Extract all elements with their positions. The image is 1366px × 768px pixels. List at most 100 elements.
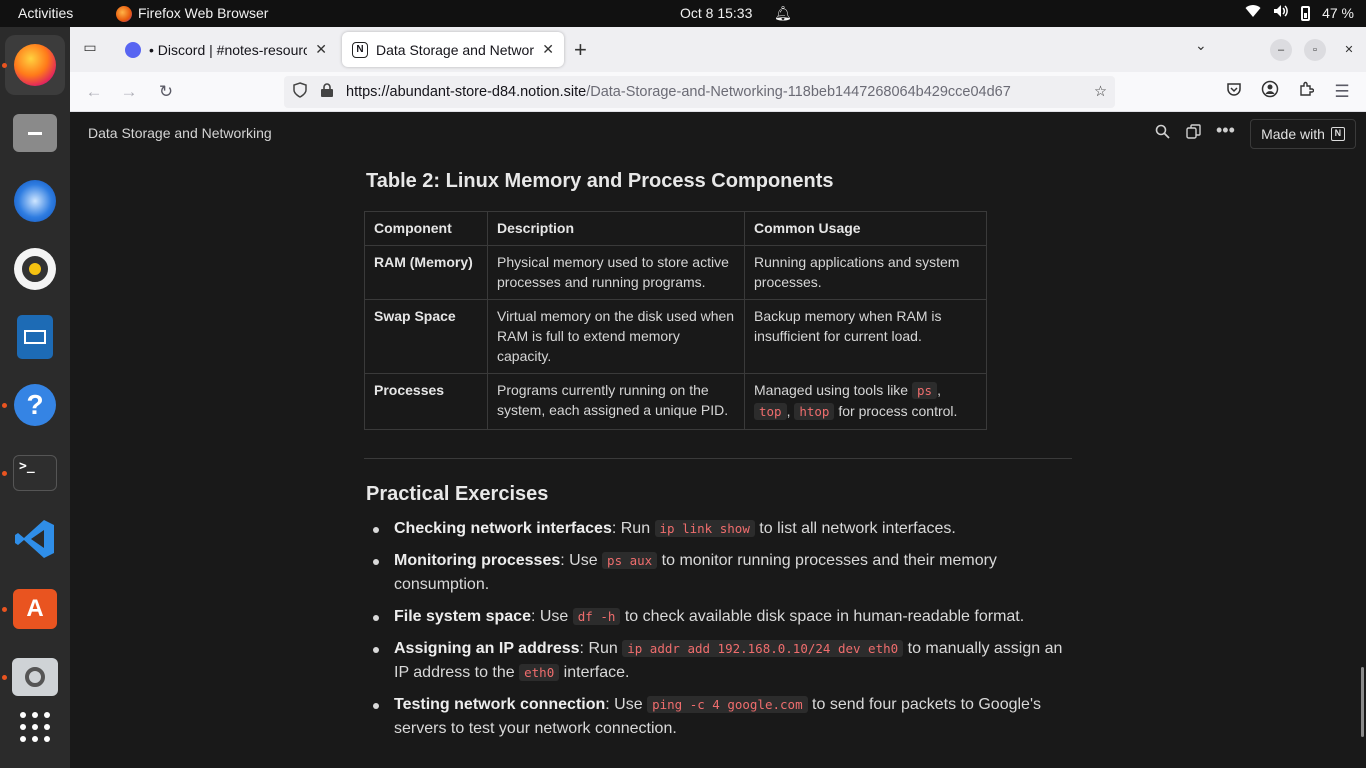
description-cell: Physical memory used to store active pro… — [487, 245, 745, 300]
dock-app-center[interactable]: A — [2, 579, 65, 639]
exercise-title: Monitoring processes — [394, 552, 561, 569]
forward-arrow-icon[interactable]: → — [117, 80, 141, 104]
list-all-tabs-chevron-icon[interactable]: ⌄ — [1195, 37, 1207, 54]
inline-code: top — [754, 403, 787, 420]
account-icon[interactable] — [1258, 80, 1282, 104]
dock: ? >_ A — [0, 27, 70, 768]
tab-discord[interactable]: • Discord | #notes-resources ✕ — [115, 32, 337, 67]
notification-bell-icon[interactable]: 🔔︎ — [774, 0, 792, 27]
dock-show-apps[interactable] — [5, 699, 65, 759]
minimize-button[interactable]: – — [1270, 39, 1292, 61]
url-bar[interactable]: https://abundant-store-d84.notion.site/D… — [284, 76, 1115, 108]
notion-topbar: Data Storage and Networking ••• Made wit… — [70, 112, 1366, 156]
search-icon[interactable] — [1155, 124, 1170, 144]
navigation-toolbar: ← → ↻ https://abundant-store-d84.notion.… — [70, 72, 1366, 112]
activities-button[interactable]: Activities — [18, 0, 73, 27]
app-name: Firefox Web Browser — [138, 5, 269, 21]
files-icon — [13, 114, 57, 152]
pocket-icon[interactable] — [1222, 80, 1246, 104]
notion-favicon-icon: N — [352, 41, 368, 58]
inline-code: ip addr add 192.168.0.10/24 dev eth0 — [622, 640, 904, 657]
firefox-window: ▭ • Discord | #notes-resources ✕ N Data … — [70, 27, 1366, 768]
maximize-button[interactable]: ▫ — [1304, 39, 1326, 61]
description-cell: Virtual memory on the disk used when RAM… — [487, 299, 745, 374]
running-indicator — [2, 403, 7, 408]
thunderbird-icon — [14, 180, 56, 222]
clock[interactable]: Oct 8 15:33 — [680, 0, 752, 27]
notion-page: Data Storage and Networking ••• Made wit… — [70, 112, 1366, 768]
system-status-area[interactable]: 47 % — [1245, 0, 1354, 27]
exercise-title: Checking network interfaces — [394, 520, 612, 537]
dock-help[interactable]: ? — [2, 375, 65, 435]
more-options-icon[interactable]: ••• — [1216, 120, 1235, 141]
dock-files[interactable] — [5, 103, 65, 163]
back-arrow-icon[interactable]: ← — [82, 80, 106, 104]
exercise-text: interface. — [559, 664, 630, 681]
firefox-icon — [116, 5, 132, 22]
running-indicator — [2, 471, 7, 476]
writer-document-icon — [17, 315, 53, 359]
extensions-puzzle-icon[interactable] — [1294, 80, 1318, 104]
description-cell: Programs currently running on the system… — [487, 373, 745, 430]
app-menu[interactable]: Firefox Web Browser — [116, 0, 268, 27]
list-item: Checking network interfaces: Run ip link… — [364, 517, 1074, 541]
exercise-title: Testing network connection — [394, 696, 606, 713]
tab-strip: ▭ • Discord | #notes-resources ✕ N Data … — [70, 27, 1366, 72]
dock-rhythmbox[interactable] — [5, 239, 65, 299]
tab-title: Data Storage and Networking — [376, 41, 534, 58]
battery-icon — [1301, 6, 1311, 21]
lock-icon[interactable] — [320, 82, 336, 102]
close-tab-icon[interactable]: ✕ — [315, 41, 327, 58]
column-header: Common Usage — [744, 211, 987, 246]
inline-code: ip link show — [654, 520, 755, 537]
made-with-label: Made with — [1261, 126, 1325, 142]
bookmark-star-icon[interactable]: ☆ — [1094, 84, 1107, 100]
wifi-icon — [1245, 0, 1261, 27]
url-path: /Data-Storage-and-Networking-118beb14472… — [586, 84, 1011, 100]
list-item: Assigning an IP address: Run ip addr add… — [364, 637, 1074, 685]
new-tab-button[interactable]: + — [574, 37, 587, 63]
exercise-text: : Use — [560, 552, 603, 569]
system-top-bar: Activities Firefox Web Browser Oct 8 15:… — [0, 0, 1366, 27]
battery-percent: 47 % — [1322, 5, 1354, 21]
exercise-title: File system space — [394, 608, 531, 625]
table-row: RAM (Memory) Physical memory used to sto… — [364, 245, 987, 300]
discord-favicon-icon — [125, 41, 141, 58]
memory-components-table: Component Description Common Usage RAM (… — [364, 211, 987, 430]
dock-thunderbird[interactable] — [5, 171, 65, 231]
scrollbar-thumb[interactable] — [1361, 667, 1364, 737]
usage-cell: Running applications and system processe… — [744, 245, 987, 300]
table-header-row: Component Description Common Usage — [364, 211, 987, 246]
usage-cell: Managed using tools like ps, top, htop f… — [744, 373, 987, 430]
list-item: Monitoring processes: Use ps aux to moni… — [364, 549, 1074, 597]
tracking-protection-shield-icon[interactable] — [292, 82, 310, 102]
firefox-view-icon[interactable]: ▭ — [80, 39, 100, 59]
inline-code: df -h — [572, 608, 621, 625]
usage-text: for process control. — [834, 403, 958, 419]
dock-terminal[interactable]: >_ — [2, 443, 65, 503]
vscode-icon — [14, 518, 56, 565]
firefox-icon — [14, 44, 56, 86]
inline-code: ping -c 4 google.com — [647, 696, 808, 713]
inline-code: ps — [912, 382, 938, 399]
url-text: https://abundant-store-d84.notion.site/D… — [346, 84, 1094, 100]
close-window-button[interactable]: ✕ — [1338, 39, 1360, 61]
volume-icon — [1273, 0, 1289, 27]
inline-code: htop — [794, 403, 835, 420]
reload-icon[interactable]: ↻ — [154, 80, 178, 104]
tab-data-storage[interactable]: N Data Storage and Networking ✕ — [342, 32, 564, 67]
dock-libreoffice-writer[interactable] — [5, 307, 65, 367]
dock-firefox[interactable] — [2, 35, 65, 95]
duplicate-icon[interactable] — [1186, 124, 1201, 144]
exercise-text: to list all network interfaces. — [754, 520, 956, 537]
dock-vscode[interactable] — [5, 511, 65, 571]
hamburger-menu-icon[interactable]: ☰ — [1330, 80, 1354, 104]
page-breadcrumb[interactable]: Data Storage and Networking — [88, 125, 272, 141]
close-tab-icon[interactable]: ✕ — [542, 41, 554, 58]
exercise-title: Assigning an IP address — [394, 640, 580, 657]
exercise-text: : Use — [530, 608, 573, 625]
column-header: Component — [364, 211, 488, 246]
dock-image-viewer[interactable] — [2, 647, 65, 707]
rhythmbox-icon — [14, 248, 56, 290]
made-with-notion-button[interactable]: Made with N — [1250, 119, 1356, 149]
